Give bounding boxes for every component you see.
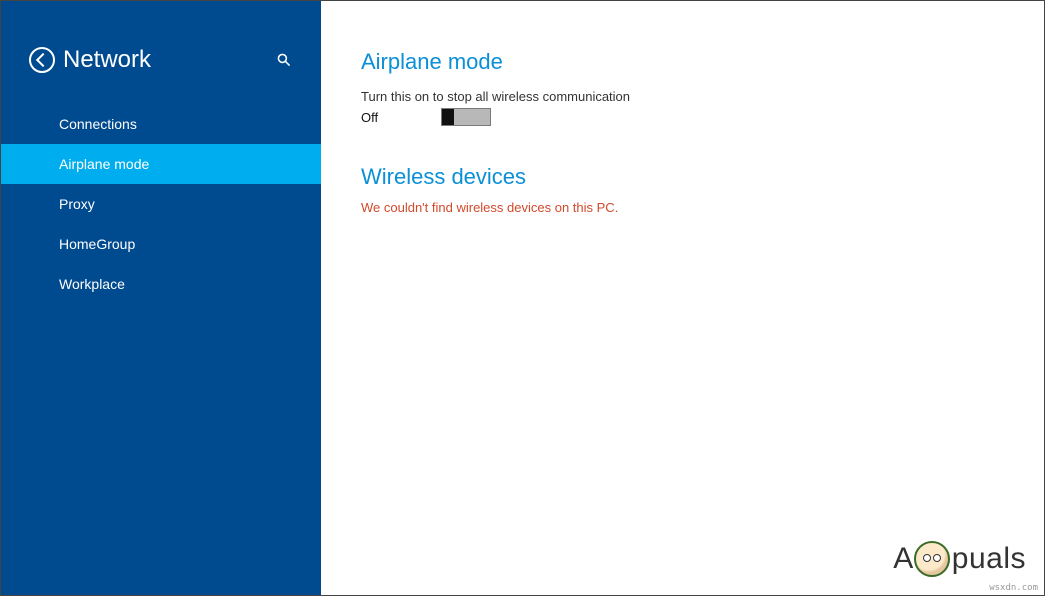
airplane-mode-heading: Airplane mode	[361, 49, 1004, 75]
sidebar-item-label: HomeGroup	[59, 236, 135, 252]
search-icon[interactable]	[275, 51, 293, 69]
header-left: Network	[29, 46, 151, 74]
toggle-state-label: Off	[361, 110, 391, 125]
sidebar-item-workplace[interactable]: Workplace	[1, 264, 321, 304]
page-title: Network	[63, 46, 151, 74]
sidebar-item-label: Connections	[59, 116, 137, 132]
back-button[interactable]	[29, 47, 55, 73]
sidebar-item-label: Airplane mode	[59, 156, 149, 172]
airplane-toggle-row: Off	[361, 108, 1004, 126]
sidebar-item-label: Workplace	[59, 276, 125, 292]
toggle-knob-icon	[442, 109, 454, 125]
sidebar-item-label: Proxy	[59, 196, 95, 212]
settings-window: Network Connections Airplane mode Proxy …	[1, 1, 1044, 595]
sidebar-nav: Connections Airplane mode Proxy HomeGrou…	[1, 104, 321, 304]
back-arrow-icon	[36, 53, 50, 67]
wireless-devices-error: We couldn't find wireless devices on thi…	[361, 200, 1004, 215]
sidebar-item-proxy[interactable]: Proxy	[1, 184, 321, 224]
sidebar-header: Network	[1, 46, 321, 104]
sidebar-item-airplane-mode[interactable]: Airplane mode	[1, 144, 321, 184]
sidebar-item-connections[interactable]: Connections	[1, 104, 321, 144]
content-area: Airplane mode Turn this on to stop all w…	[321, 1, 1044, 595]
airplane-mode-toggle[interactable]	[441, 108, 491, 126]
sidebar-item-homegroup[interactable]: HomeGroup	[1, 224, 321, 264]
airplane-mode-description: Turn this on to stop all wireless commun…	[361, 89, 1004, 104]
sidebar: Network Connections Airplane mode Proxy …	[1, 1, 321, 595]
wireless-devices-heading: Wireless devices	[361, 164, 1004, 190]
